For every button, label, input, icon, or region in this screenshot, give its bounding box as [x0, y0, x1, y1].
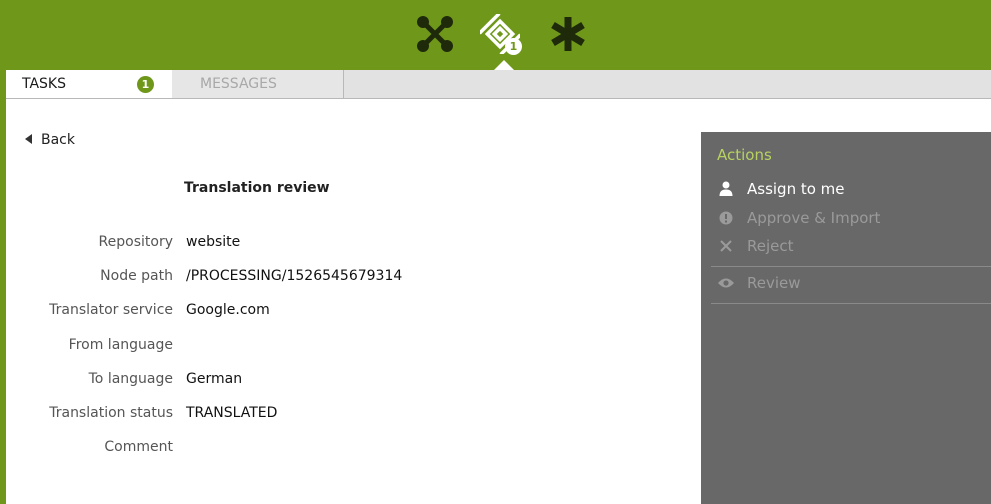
approve-import-button[interactable]: Approve & Import [717, 209, 880, 231]
page-title: Translation review [184, 180, 330, 196]
field-row-from-language: From language [0, 337, 700, 357]
tab-tasks-count-badge: 1 [137, 76, 154, 93]
field-row-translator-service: Translator service Google.com [0, 302, 700, 322]
user-icon [717, 180, 735, 198]
back-label: Back [41, 132, 75, 148]
eye-icon [717, 274, 735, 292]
field-label: To language [88, 371, 173, 387]
top-toolbar: 1 [0, 0, 991, 70]
field-label: Translator service [49, 302, 173, 318]
actions-heading: Actions [717, 146, 772, 164]
assign-to-me-label: Assign to me [747, 180, 845, 198]
field-value: /PROCESSING/1526545679314 [186, 268, 403, 284]
review-button[interactable]: Review [717, 274, 801, 296]
reject-label: Reject [747, 237, 794, 255]
tab-strip: TASKS 1 MESSAGES [6, 70, 991, 99]
approve-import-label: Approve & Import [747, 209, 881, 227]
asterisk-icon[interactable] [548, 14, 588, 54]
close-icon [717, 237, 735, 255]
field-row-translation-status: Translation status TRANSLATED [0, 405, 700, 425]
workflow-icon[interactable] [415, 14, 455, 54]
field-value: Google.com [186, 302, 270, 318]
field-value: German [186, 371, 243, 387]
tasks-badge: 1 [505, 38, 522, 55]
field-label: Translation status [49, 405, 173, 421]
field-row-node-path: Node path /PROCESSING/1526545679314 [0, 268, 700, 288]
field-label: From language [68, 337, 173, 353]
actions-divider [711, 266, 991, 267]
reject-button[interactable]: Reject [717, 237, 794, 259]
field-row-repository: Repository website [0, 234, 700, 254]
info-icon [717, 209, 735, 227]
tab-messages-label: MESSAGES [200, 76, 277, 92]
back-arrow-icon [25, 134, 32, 144]
review-label: Review [747, 274, 801, 292]
field-value: website [186, 234, 241, 250]
actions-divider [711, 303, 991, 304]
field-row-to-language: To language German [0, 371, 700, 391]
translation-tasks-icon[interactable]: 1 [480, 14, 522, 55]
field-label: Comment [104, 439, 173, 455]
tab-messages[interactable]: MESSAGES [172, 70, 344, 98]
tab-tasks-label: TASKS [22, 76, 66, 92]
field-label: Node path [100, 268, 173, 284]
back-link[interactable]: Back [25, 132, 75, 148]
tab-tasks[interactable]: TASKS 1 [6, 70, 172, 98]
field-label: Repository [98, 234, 173, 250]
field-value: TRANSLATED [186, 405, 278, 421]
actions-panel: Actions Assign to me Approve & Import Re… [701, 132, 991, 504]
field-row-comment: Comment [0, 439, 700, 459]
active-indicator-caret [494, 60, 514, 70]
assign-to-me-button[interactable]: Assign to me [717, 180, 845, 202]
